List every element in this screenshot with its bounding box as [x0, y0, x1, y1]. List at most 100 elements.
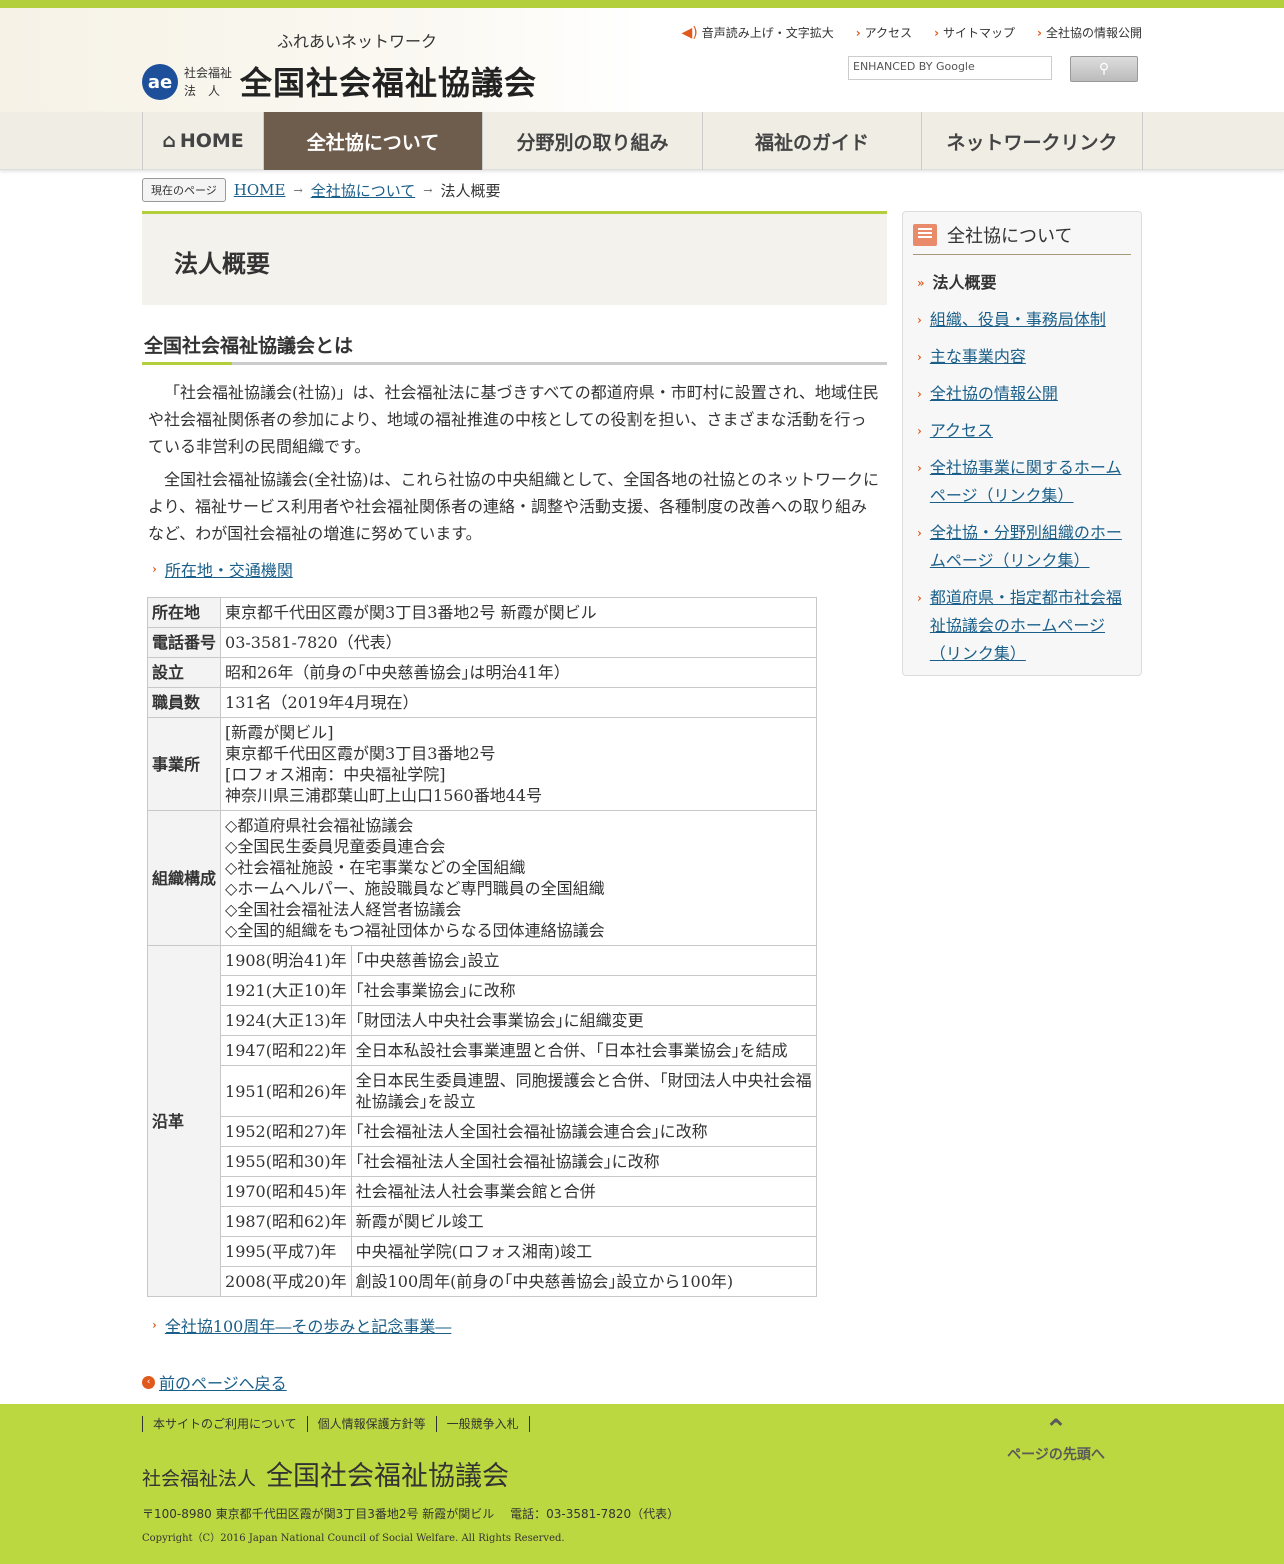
intro-paragraph-2: 全国社会福祉協議会(全社協)は、これら社協の中央組織として、全国各地の社協とのネ… [148, 470, 880, 543]
gnav-fields[interactable]: 分野別の取り組み [483, 112, 703, 170]
chevron-right-icon: › [1037, 25, 1042, 40]
history-year: 1995(平成7)年 [220, 1236, 352, 1267]
row-value: 東京都千代田区霞が関3丁目3番地2号 新霞が関ビル [220, 597, 817, 628]
table-row: 1951(昭和26)年 全日本民生委員連盟、同胞援護会と合併、｢財団法人中央社会福… [148, 1065, 818, 1117]
breadcrumb-about[interactable]: 全社協について [311, 180, 416, 201]
chevron-right-icon: › [917, 591, 922, 605]
footer-org-name: 社会福祉法人 全国社会福祉協議会 [142, 1461, 510, 1492]
logo-sub-label: 社会福祉 法 人 [184, 66, 233, 98]
logo-org-name: 全国社会福祉協議会 [240, 64, 538, 102]
centennial-link[interactable]: 全社協100周年―その歩みと記念事業― [165, 1313, 452, 1337]
site-logo[interactable]: ふれあいネットワーク ae 社会福祉 法 人 全国社会福祉協議会 [142, 28, 562, 108]
history-year: 1970(昭和45)年 [220, 1176, 352, 1207]
chevron-right-icon: › [917, 350, 922, 364]
table-row: 組織構成 ◇都道府県社会福祉協議会 ◇全国民生委員児童委員連合会 ◇社会福祉施設… [146, 810, 817, 946]
footer-link-bidding[interactable]: 一般競争入札 [437, 1416, 530, 1432]
table-row: 2008(平成20)年 創設100周年(前身の｢中央慈善協会｣設立から100年) [148, 1266, 818, 1297]
gnav-about[interactable]: 全社協について [264, 112, 483, 170]
history-event: 中央福祉学院(ロフォス湘南)竣工 [350, 1236, 818, 1267]
profile-table: 所在地 東京都千代田区霞が関3丁目3番地2号 新霞が関ビル 電話番号 03-35… [146, 597, 818, 1297]
breadcrumb-arrow-icon: → [293, 183, 303, 197]
top-accent-bar [0, 0, 1284, 8]
logo-catchphrase: ふれあいネットワーク [277, 32, 438, 51]
row-label: 事業所 [146, 717, 222, 811]
search-button[interactable]: ⚲ [1070, 56, 1138, 82]
row-label: 職員数 [146, 687, 222, 718]
history-event: ｢財団法人中央社会事業協会｣に組織変更 [350, 1005, 818, 1036]
footer-link-terms[interactable]: 本サイトのご利用について [143, 1416, 308, 1432]
history-year: 1952(昭和27)年 [220, 1116, 352, 1147]
util-item-disclosure[interactable]: › 全社協の情報公開 [1037, 24, 1142, 41]
sidebar-item-access[interactable]: › アクセス [913, 417, 1131, 445]
history-year: 1947(昭和22)年 [220, 1035, 352, 1066]
chevron-right-icon: › [152, 1318, 157, 1332]
table-row: 1995(平成7)年 中央福祉学院(ロフォス湘南)竣工 [148, 1236, 818, 1267]
sidebar-item-prefecture-links[interactable]: › 都道府県・指定都市社会福祉協議会のホームページ（リンク集） [913, 584, 1131, 668]
history-event: ｢社会福祉法人全国社会福祉協議会｣に改称 [350, 1146, 818, 1177]
breadcrumb: 現在のページ HOME → 全社協について → 法人概要 [142, 178, 500, 202]
chevron-right-icon: › [917, 526, 922, 540]
history-year: 2008(平成20)年 [220, 1266, 352, 1297]
util-item-access[interactable]: › アクセス [856, 24, 912, 41]
page-title: 法人概要 [142, 211, 887, 305]
main-content: 法人概要 全国社会福祉協議会とは 「社会福祉協議会(社協)」は、社会福祉法に基づ… [142, 211, 887, 1337]
page-top-button[interactable]: ⌃ ページの先頭へ [996, 1416, 1116, 1464]
sidebar-item-disclosure[interactable]: › 全社協の情報公開 [913, 380, 1131, 408]
table-row: 所在地 東京都千代田区霞が関3丁目3番地2号 新霞が関ビル [146, 597, 817, 628]
sidebar-item-field-links[interactable]: › 全社協・分野別組織のホームページ（リンク集） [913, 519, 1131, 575]
sidebar-item-project-links[interactable]: › 全社協事業に関するホームページ（リンク集） [913, 454, 1131, 510]
row-label: 組織構成 [146, 810, 222, 946]
row-value: 131名（2019年4月現在） [220, 687, 817, 718]
site-search: ENHANCED BY Google ⚲ [848, 56, 1138, 82]
emblem-icon: ae [142, 64, 178, 100]
speaker-icon: ◀) [681, 24, 698, 41]
table-row: 1952(昭和27)年 ｢社会福祉法人全国社会福祉協議会連合会｣に改称 [148, 1116, 818, 1147]
sidebar-item-organization[interactable]: › 組織、役員・事務局体制 [913, 306, 1131, 334]
history-event: ｢中央慈善協会｣設立 [350, 945, 818, 976]
intro-paragraph-1: 「社会福祉協議会(社協)」は、社会福祉法に基づきすべての都道府県・市町村に設置さ… [148, 383, 879, 456]
chevron-right-icon: » [917, 276, 925, 290]
chevron-right-icon: › [917, 424, 922, 438]
table-row: 設立 昭和26年（前身の｢中央慈善協会｣は明治41年） [146, 657, 817, 688]
breadcrumb-home[interactable]: HOME [234, 181, 286, 199]
table-row: 事業所 [新霞が関ビル] 東京都千代田区霞が関3丁目3番地2号 [ロフォス湘南：… [146, 717, 817, 811]
history-event: ｢社会福祉法人全国社会福祉協議会連合会｣に改称 [350, 1116, 818, 1147]
gnav-home[interactable]: ⌂ HOME [143, 112, 264, 170]
row-label: 設立 [146, 657, 222, 688]
table-row: 1947(昭和22)年 全日本私設社会事業連盟と合併、｢日本社会事業協会｣を結成 [148, 1035, 818, 1066]
history-event: 創設100周年(前身の｢中央慈善協会｣設立から100年) [350, 1266, 818, 1297]
history-event: 全日本私設社会事業連盟と合併、｢日本社会事業協会｣を結成 [350, 1035, 818, 1066]
search-input[interactable]: ENHANCED BY Google [848, 56, 1052, 80]
util-item-speech[interactable]: ◀) 音声読み上げ・文字拡大 [681, 24, 833, 41]
centennial-link-row: › 全社協100周年―その歩みと記念事業― [142, 1313, 887, 1337]
footer-nav: 本サイトのご利用について 個人情報保護方針等 一般競争入札 [142, 1416, 530, 1432]
history-year: 1924(大正13)年 [220, 1005, 352, 1036]
chevron-up-icon: ⌃ [1044, 1413, 1068, 1446]
history-year: 1955(昭和30)年 [220, 1146, 352, 1177]
footer-link-privacy[interactable]: 個人情報保護方針等 [308, 1416, 437, 1432]
back-link-row: ‹ 前のページへ戻る [142, 1370, 287, 1394]
chevron-right-icon: › [152, 562, 157, 576]
sidebar-item-projects[interactable]: › 主な事業内容 [913, 343, 1131, 371]
location-link[interactable]: 所在地・交通機関 [165, 557, 293, 581]
chevron-right-icon: › [917, 387, 922, 401]
history-event: 新霞が関ビル竣工 [350, 1206, 818, 1237]
history-year: 1951(昭和26)年 [220, 1065, 352, 1117]
history-event: ｢社会事業協会｣に改称 [350, 975, 818, 1006]
row-label: 沿革 [146, 945, 222, 1297]
gnav-guide[interactable]: 福祉のガイド [703, 112, 922, 170]
section-heading: 全国社会福祉協議会とは [142, 331, 887, 365]
home-icon: ⌂ [162, 130, 176, 152]
history-event: 社会福祉法人社会事業会館と合併 [350, 1176, 818, 1207]
history-year: 1908(明治41)年 [220, 945, 352, 976]
gnav-links[interactable]: ネットワークリンク [922, 112, 1143, 170]
back-link[interactable]: 前のページへ戻る [159, 1370, 287, 1394]
sidebar-list: » 法人概要 › 組織、役員・事務局体制 › 主な事業内容 › 全社協の情報公開 › アク… [913, 269, 1131, 668]
row-value: [新霞が関ビル] 東京都千代田区霞が関3丁目3番地2号 [ロフォス湘南：中央福祉… [220, 717, 817, 811]
location-link-row: › 所在地・交通機関 [142, 557, 887, 581]
utility-nav: ◀) 音声読み上げ・文字拡大 › アクセス › サイトマップ › 全社協の情報公開 [681, 24, 1142, 41]
table-row: 1970(昭和45)年 社会福祉法人社会事業会館と合併 [148, 1176, 818, 1207]
table-row: 職員数 131名（2019年4月現在） [146, 687, 817, 718]
table-row: 1921(大正10)年 ｢社会事業協会｣に改称 [148, 975, 818, 1006]
util-item-sitemap[interactable]: › サイトマップ [934, 24, 1015, 41]
